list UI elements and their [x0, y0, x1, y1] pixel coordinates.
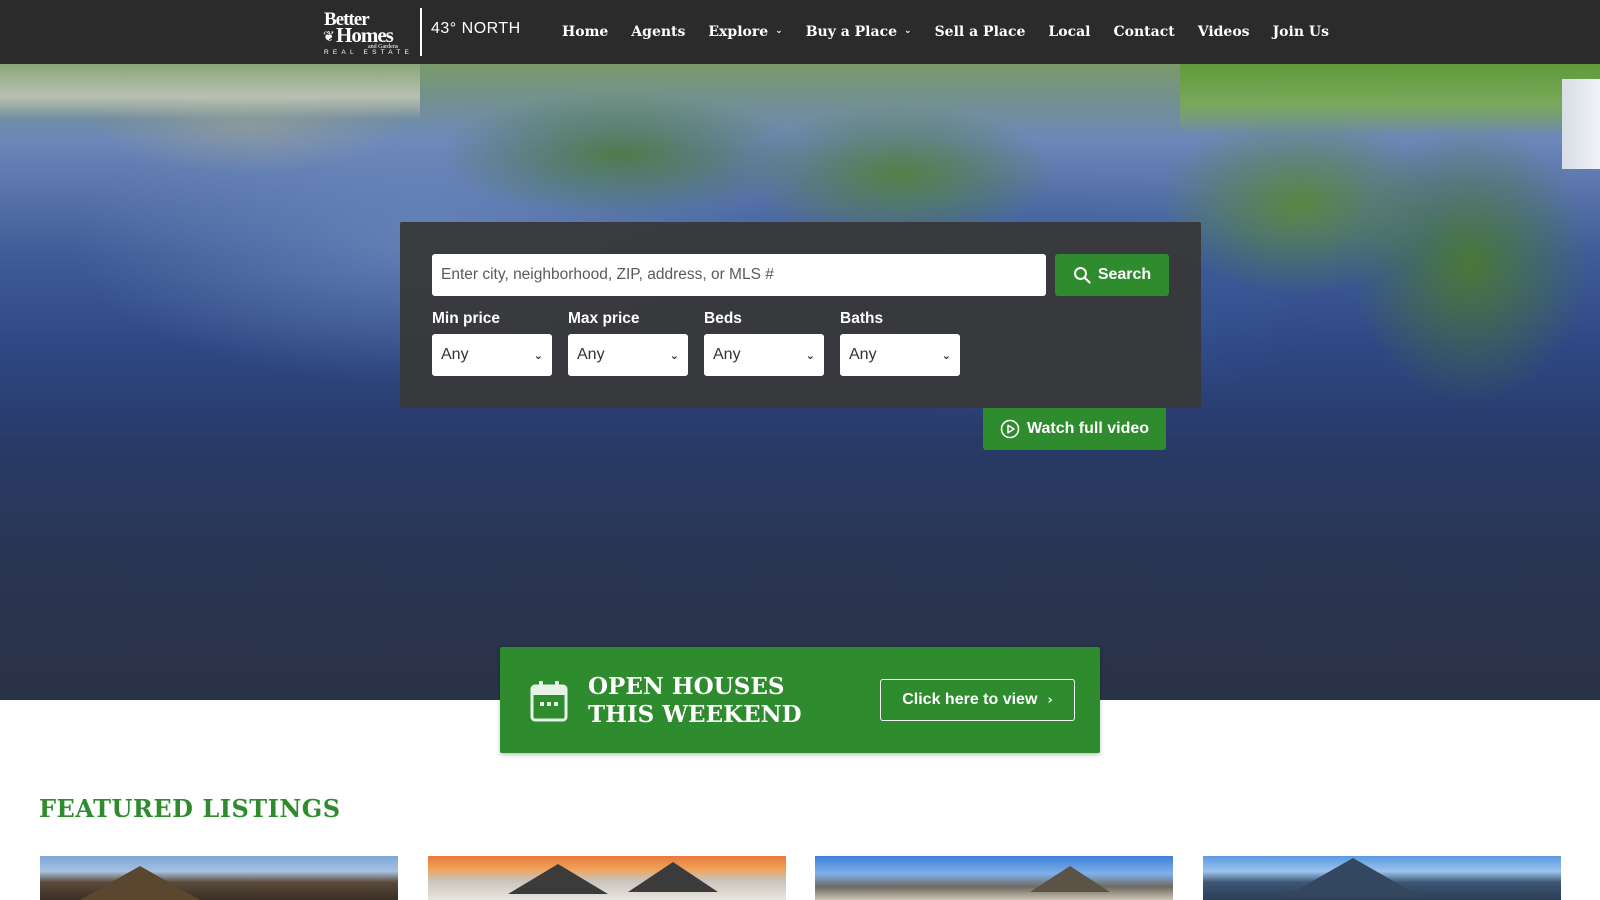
nav-item-local[interactable]: Local: [1048, 24, 1090, 40]
nav-item-videos[interactable]: Videos: [1198, 24, 1250, 40]
chevron-down-icon: ⌄: [941, 348, 951, 362]
baths-filter: Baths Any ⌄: [840, 310, 960, 376]
open-houses-title: OPEN HOUSES THIS WEEKEND: [588, 673, 848, 729]
hero-riverbank-right: [1180, 64, 1600, 134]
nav-item-home[interactable]: Home: [562, 24, 608, 40]
watch-video-label: Watch full video: [1026, 420, 1150, 437]
listing-card-photo[interactable]: [815, 856, 1173, 900]
featured-listings-heading: FEATURED LISTINGS: [39, 794, 341, 823]
logo-homes-text: Homes: [336, 23, 394, 47]
logo-real-estate-text: REAL ESTATE: [324, 49, 414, 56]
nav-item-buy-a-place[interactable]: Buy a Place ⌄: [806, 24, 912, 40]
search-icon: [1073, 267, 1091, 284]
min-price-filter: Min price Any ⌄: [432, 310, 552, 376]
hero-riverbank-left: [0, 64, 420, 119]
chevron-down-icon: ⌄: [904, 26, 912, 36]
chevron-down-icon: ⌄: [775, 26, 783, 36]
nav-label: Explore: [708, 24, 769, 40]
nav-label: Videos: [1197, 24, 1250, 40]
chevron-down-icon: ⌄: [669, 348, 679, 362]
nav-item-explore[interactable]: Explore ⌄: [708, 24, 782, 40]
search-button-label: Search: [1097, 266, 1152, 283]
filter-label: Baths: [840, 310, 884, 327]
house-roof-shape: [1030, 866, 1110, 892]
chevron-right-icon: ›: [1047, 692, 1053, 708]
select-value: Any: [577, 346, 605, 363]
house-roof-shape: [1283, 858, 1423, 898]
logo-divider: [420, 8, 422, 56]
select-value: Any: [849, 346, 877, 363]
filter-label: Max price: [568, 310, 640, 327]
chevron-down-icon: ⌄: [533, 348, 543, 362]
nav-label: Agents: [631, 24, 686, 40]
house-roof-shape: [80, 866, 200, 900]
nav-item-agents[interactable]: Agents: [631, 24, 685, 40]
property-search-panel: Search Min price Any ⌄ Max price Any ⌄ B…: [400, 222, 1201, 408]
select-value: Any: [441, 346, 469, 363]
select-value: Any: [713, 346, 741, 363]
house-roof-shape: [628, 862, 718, 892]
watch-full-video-button[interactable]: Watch full video: [983, 408, 1166, 450]
nav-label: Sell a Place: [934, 24, 1026, 40]
nav-label: Contact: [1113, 24, 1175, 40]
nav-label: Home: [562, 24, 609, 40]
logo-leaf-icon: ❦: [323, 28, 335, 44]
listing-card-photo[interactable]: [40, 856, 398, 900]
beds-filter: Beds Any ⌄: [704, 310, 824, 376]
nav-item-contact[interactable]: Contact: [1114, 24, 1175, 40]
brand-logo[interactable]: Better ❦ Homes and Gardens REAL ESTATE 4…: [323, 8, 524, 56]
hero-post: [1562, 79, 1600, 169]
listing-card-photo[interactable]: [1203, 856, 1561, 900]
top-navigation-bar: Better ❦ Homes and Gardens REAL ESTATE 4…: [0, 0, 1600, 64]
beds-select[interactable]: Any ⌄: [704, 334, 824, 376]
search-button[interactable]: Search: [1055, 254, 1169, 296]
open-houses-title-line2: THIS WEEKEND: [588, 701, 802, 728]
open-houses-title-line1: OPEN HOUSES: [588, 673, 785, 700]
nav-label: Local: [1048, 24, 1091, 40]
nav-item-join-us[interactable]: Join Us: [1273, 24, 1329, 40]
nav-label: Buy a Place: [805, 24, 898, 40]
nav-item-sell-a-place[interactable]: Sell a Place: [935, 24, 1026, 40]
calendar-icon: [530, 681, 568, 722]
chevron-down-icon: ⌄: [805, 348, 815, 362]
filter-label: Min price: [432, 310, 501, 327]
filter-label: Beds: [704, 310, 742, 327]
nav-label: Join Us: [1272, 24, 1329, 40]
listing-card-photo[interactable]: [428, 856, 786, 900]
max-price-select[interactable]: Any ⌄: [568, 334, 688, 376]
baths-select[interactable]: Any ⌄: [840, 334, 960, 376]
view-open-houses-button[interactable]: Click here to view ›: [880, 679, 1075, 721]
view-open-houses-label: Click here to view: [902, 691, 1038, 708]
play-circle-icon: [1000, 419, 1020, 439]
location-search-input[interactable]: [432, 254, 1046, 296]
house-roof-shape: [508, 864, 608, 894]
open-houses-banner: OPEN HOUSES THIS WEEKEND Click here to v…: [500, 647, 1100, 753]
min-price-select[interactable]: Any ⌄: [432, 334, 552, 376]
main-nav: Home Agents Explore ⌄ Buy a Place ⌄ Sell a…: [562, 0, 1352, 64]
max-price-filter: Max price Any ⌄: [568, 310, 688, 376]
office-name: 43° NORTH: [431, 20, 521, 37]
